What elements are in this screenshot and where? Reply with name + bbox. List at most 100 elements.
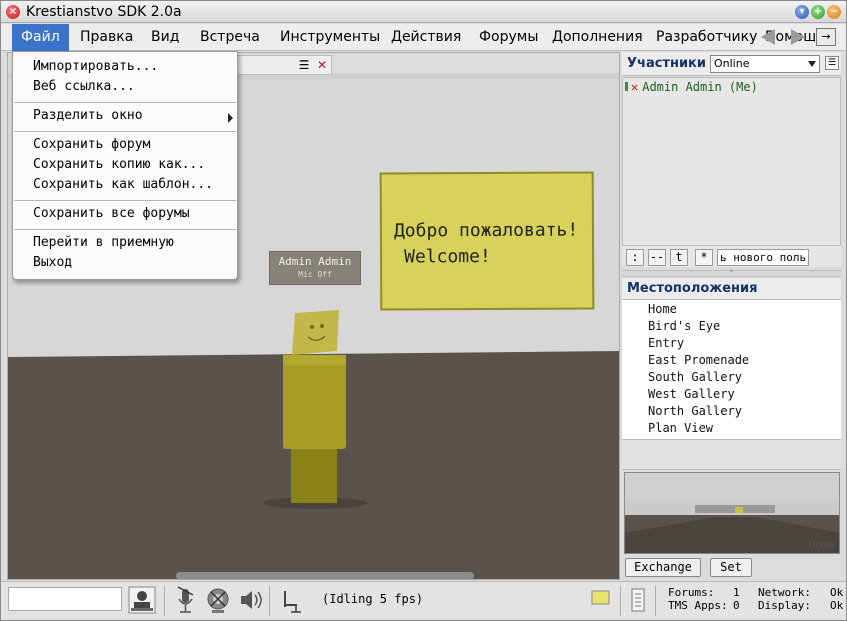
menu-overflow-icon[interactable]: → (816, 28, 836, 46)
nametag-name: Admin Admin (278, 255, 352, 268)
status-separator (655, 586, 656, 616)
forums-label: Forums: (668, 586, 715, 599)
title-bar: × Krestianstvo SDK 2.0a ▾ + − (1, 1, 846, 23)
status-bar: (Idling 5 fps) Forums: 1 Network: Ok TMS… (1, 581, 846, 619)
participant-row[interactable]: ✕ Admin Admin (Me) (625, 80, 758, 94)
location-item[interactable]: West Gallery (648, 387, 735, 401)
viewport-header: ☰ ✕ (236, 55, 332, 75)
submenu-arrow-icon (228, 113, 233, 123)
viewport-menu-icon[interactable]: ☰ (297, 58, 311, 72)
locations-list: Home Bird's Eye Entry East Promenade Sou… (622, 300, 841, 440)
menu-scroll-left-icon[interactable] (761, 29, 775, 45)
set-button[interactable]: Set (710, 558, 752, 577)
location-preview[interactable]: Home (624, 472, 840, 554)
menu-exit[interactable]: Выход (33, 255, 72, 270)
menu-forums[interactable]: Форумы (470, 24, 547, 51)
menu-save-forum[interactable]: Сохранить форум (33, 137, 150, 152)
menu-view[interactable]: Вид (142, 24, 188, 51)
menu-save-all-forums[interactable]: Сохранить все форумы (33, 206, 190, 221)
minimize-window-icon[interactable]: ▾ (795, 5, 809, 19)
sticky-note-icon[interactable] (591, 590, 611, 606)
menu-save-as-template[interactable]: Сохранить как шаблон... (33, 177, 213, 192)
sign-text-russian: Добро пожаловать! (393, 219, 579, 242)
menu-tools[interactable]: Инструменты (271, 24, 389, 51)
menu-import[interactable]: Импортировать... (33, 59, 158, 74)
menu-file[interactable]: Файл (12, 24, 69, 51)
location-item[interactable]: East Promenade (648, 353, 749, 367)
maximize-window-icon[interactable]: + (811, 5, 825, 19)
status-input[interactable] (8, 587, 122, 611)
locations-header: Местоположения (622, 278, 841, 300)
shade-window-icon[interactable]: − (827, 5, 841, 19)
participant-activity-icon (625, 82, 628, 91)
fps-status: (Idling 5 fps) (322, 592, 424, 606)
location-item[interactable]: Plan View (648, 421, 713, 435)
menu-actions[interactable]: Действия (382, 24, 470, 51)
chevron-down-icon (808, 61, 816, 67)
mic-muted-icon: ✕ (631, 80, 639, 94)
preview-label: Home (808, 538, 836, 551)
menu-scroll-right-icon[interactable] (791, 29, 805, 45)
app-window: × Krestianstvo SDK 2.0a ▾ + − Файл Правк… (0, 0, 847, 621)
participants-options-icon[interactable]: ☰ (825, 56, 839, 70)
display-value: Ok (830, 599, 844, 612)
chair-icon[interactable] (277, 585, 305, 615)
avatar-nametag: Admin Admin Mic Off (269, 251, 361, 285)
close-window-icon[interactable]: × (6, 5, 20, 19)
network-value: Ok (830, 586, 844, 599)
participants-list: ✕ Admin Admin (Me) (622, 77, 841, 263)
menu-split-window[interactable]: Разделить окно (33, 108, 143, 123)
user-profile-icon[interactable] (128, 585, 156, 615)
presence-status-value: Online (714, 57, 750, 70)
exchange-button[interactable]: Exchange (625, 558, 701, 577)
locations-title: Местоположения (627, 281, 758, 296)
network-label: Network: (758, 586, 811, 599)
right-panel: Участники Online ☰ ✕ Admin Admin (Me) : -… (622, 52, 841, 580)
display-label: Display: (758, 599, 811, 612)
chat-t-button[interactable]: t (670, 249, 688, 266)
welcome-sign: Добро пожаловать! Welcome! (379, 171, 595, 311)
tms-apps-label: TMS Apps: (668, 599, 728, 612)
participants-title: Участники (627, 56, 706, 71)
file-menu-dropdown: Импортировать... Веб ссылка... Разделить… (12, 51, 238, 280)
status-separator (164, 586, 165, 616)
window-title: Krestianstvo SDK 2.0a (26, 4, 182, 20)
location-item[interactable]: South Gallery (648, 370, 742, 384)
speaker-volume-icon[interactable] (237, 585, 265, 615)
menu-developer[interactable]: Разработчику (647, 24, 766, 51)
chat-dash-button[interactable]: -- (648, 249, 666, 266)
menu-separator (14, 131, 236, 132)
menu-edit[interactable]: Правка (71, 24, 142, 51)
menu-separator (14, 229, 236, 230)
chat-star-button[interactable]: * (695, 249, 713, 266)
participants-header: Участники Online ☰ (622, 52, 841, 76)
menu-web-link[interactable]: Веб ссылка... (33, 79, 135, 94)
locations-spacer (622, 440, 841, 470)
webcam-off-icon[interactable] (204, 585, 232, 615)
status-separator (269, 586, 270, 616)
location-item[interactable]: Entry (648, 336, 684, 350)
forums-value: 1 (733, 586, 740, 599)
microphone-muted-icon[interactable] (172, 585, 200, 615)
menu-addons[interactable]: Дополнения (543, 24, 652, 51)
menu-save-copy-as[interactable]: Сохранить копию как... (33, 157, 205, 172)
status-separator (620, 586, 621, 616)
viewport-close-icon[interactable]: ✕ (315, 58, 329, 72)
location-item[interactable]: North Gallery (648, 404, 742, 418)
menu-go-to-lobby[interactable]: Перейти в приемную (33, 235, 174, 250)
tms-apps-value: 0 (733, 599, 740, 612)
panel-splitter[interactable]: ° (622, 270, 841, 277)
chat-colon-button[interactable]: : (626, 249, 644, 266)
presence-status-select[interactable]: Online (710, 55, 820, 73)
location-item[interactable]: Bird's Eye (648, 319, 720, 333)
document-list-icon[interactable] (630, 585, 646, 615)
chat-input[interactable]: ь нового поль (717, 249, 809, 266)
location-item[interactable]: Home (648, 302, 677, 316)
chat-toolbar: : -- t * ь нового поль (622, 245, 841, 267)
participant-name: Admin Admin (Me) (642, 80, 758, 94)
menu-separator (14, 102, 236, 103)
menu-separator (14, 200, 236, 201)
sign-text-english: Welcome! (404, 245, 491, 268)
nametag-mic-status: Mic Off (298, 270, 332, 279)
menu-meeting[interactable]: Встреча (191, 24, 269, 51)
